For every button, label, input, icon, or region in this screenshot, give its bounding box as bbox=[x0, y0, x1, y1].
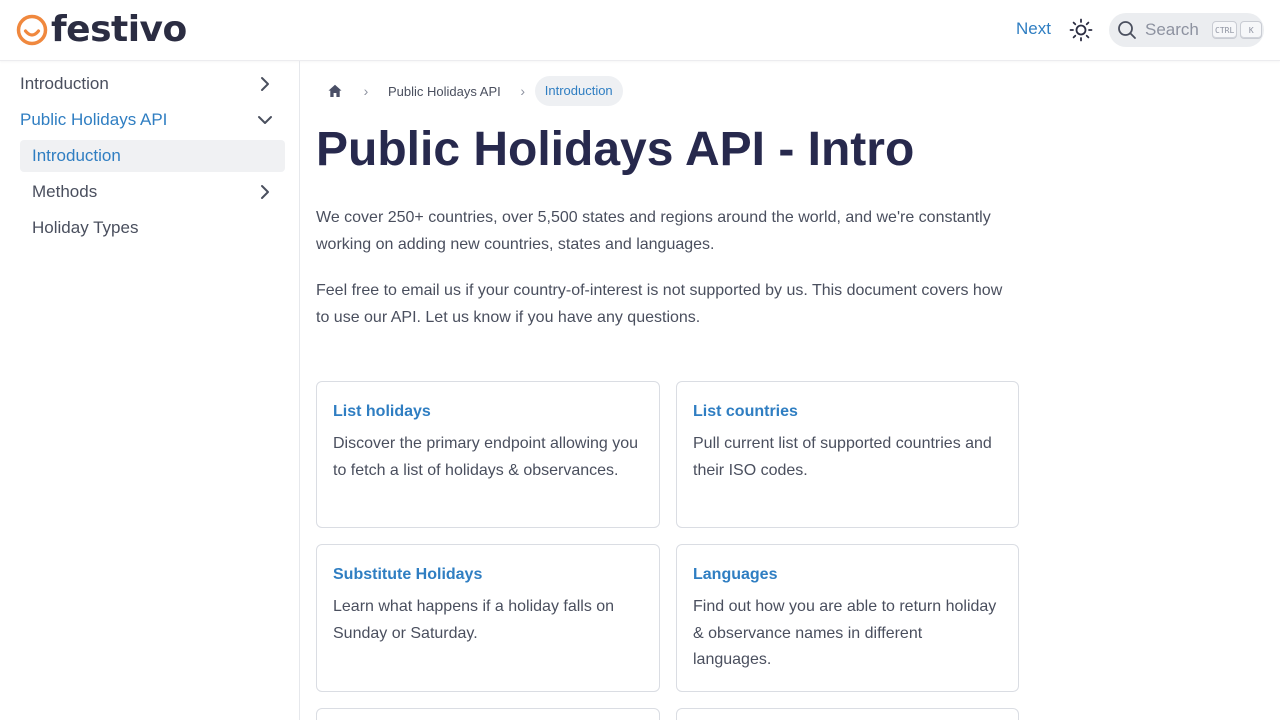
card-substitute-holidays[interactable]: Substitute Holidays Learn what happens i… bbox=[316, 544, 660, 692]
card-description: Discover the primary endpoint allowing y… bbox=[333, 435, 639, 479]
card-description: Find out how you are able to return holi… bbox=[693, 598, 997, 668]
sidebar-item-label: Introduction bbox=[32, 146, 121, 165]
intro-paragraph: We cover 250+ countries, over 5,500 stat… bbox=[316, 209, 991, 253]
card-languages[interactable]: Languages Find out how you are able to r… bbox=[676, 544, 1019, 692]
theme-toggle-button[interactable] bbox=[1067, 16, 1095, 44]
card-title: List holidays bbox=[333, 403, 431, 420]
card-description: Pull current list of supported countries… bbox=[693, 435, 992, 479]
docs-sidebar: Introduction Public Holidays API Introdu… bbox=[0, 61, 300, 720]
sidebar-item-label: Public Holidays API bbox=[20, 110, 168, 129]
main-content: › Public Holidays API › Introduction Pub… bbox=[316, 61, 1280, 720]
breadcrumb-home-link[interactable] bbox=[316, 76, 354, 106]
card-description: Learn what happens if a holiday falls on… bbox=[333, 598, 615, 642]
intro-paragraph: Feel free to email us if your country-of… bbox=[316, 282, 1003, 326]
card-title: Languages bbox=[693, 566, 778, 583]
breadcrumb-current: Introduction bbox=[534, 76, 623, 106]
card-list-holidays[interactable]: List holidays Discover the primary endpo… bbox=[316, 381, 660, 528]
sidebar-item-methods[interactable]: Methods bbox=[20, 176, 285, 208]
chevron-right-icon[interactable] bbox=[255, 182, 275, 202]
card-title: List countries bbox=[693, 403, 798, 420]
sidebar-item-public-holidays-api[interactable]: Public Holidays API bbox=[12, 104, 285, 136]
festivo-logo-icon bbox=[16, 14, 48, 46]
breadcrumb: › Public Holidays API › Introduction bbox=[316, 76, 623, 106]
breadcrumb-link[interactable]: Public Holidays API bbox=[378, 84, 511, 99]
search-button[interactable]: Search CTRL K bbox=[1109, 13, 1264, 47]
search-icon bbox=[1118, 21, 1136, 39]
chevron-right-icon: › bbox=[520, 83, 526, 99]
page-title: Public Holidays API - Intro bbox=[316, 123, 915, 176]
card-title: Substitute Holidays bbox=[333, 566, 483, 583]
sidebar-item-api-introduction[interactable]: Introduction bbox=[20, 140, 285, 172]
k-key: K bbox=[1240, 21, 1263, 39]
chevron-right-icon: › bbox=[363, 83, 369, 99]
home-icon bbox=[328, 84, 342, 97]
sidebar-item-label: Methods bbox=[32, 182, 98, 201]
sidebar-item-label: Introduction bbox=[20, 74, 109, 93]
sun-icon bbox=[1069, 18, 1093, 42]
card-partial[interactable] bbox=[316, 708, 660, 720]
sidebar-item-label: Holiday Types bbox=[32, 218, 139, 237]
chevron-down-icon[interactable] bbox=[255, 110, 275, 130]
search-placeholder: Search bbox=[1145, 20, 1199, 39]
card-list-countries[interactable]: List countries Pull current list of supp… bbox=[676, 381, 1019, 528]
brand-link[interactable]: festivo bbox=[16, 12, 187, 48]
sidebar-item-introduction[interactable]: Introduction bbox=[12, 68, 285, 100]
card-partial[interactable] bbox=[676, 708, 1019, 720]
next-link[interactable]: Next bbox=[1016, 19, 1051, 39]
top-navbar: festivo Next Search CTRL K bbox=[0, 0, 1280, 61]
ctrl-key: CTRL bbox=[1212, 21, 1238, 39]
sidebar-item-holiday-types[interactable]: Holiday Types bbox=[20, 212, 285, 244]
brand-name: festivo bbox=[51, 9, 187, 50]
chevron-right-icon[interactable] bbox=[255, 74, 275, 94]
